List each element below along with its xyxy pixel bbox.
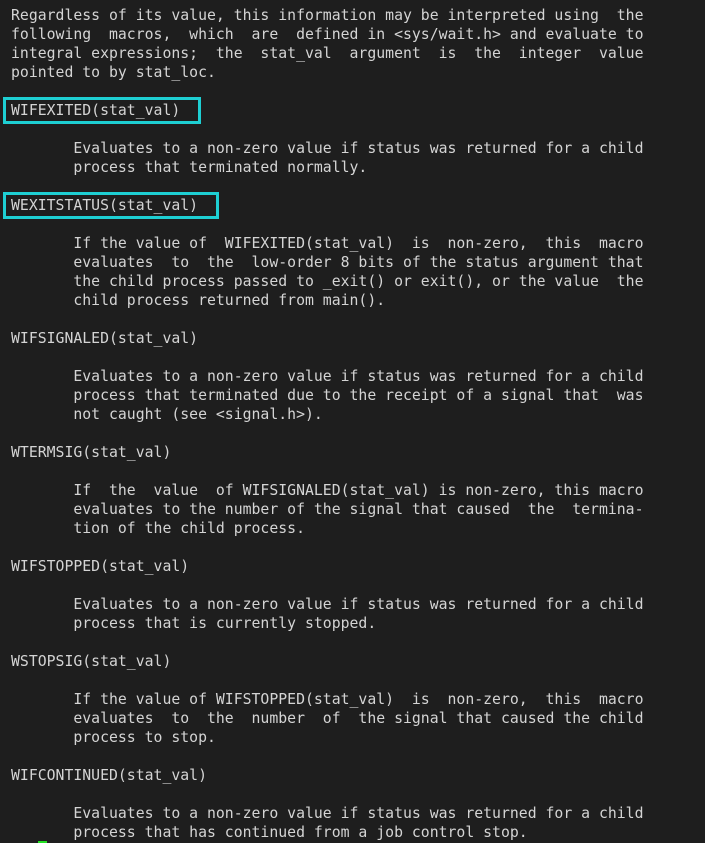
highlight-box: [3, 97, 202, 124]
highlighted-macro: WIFEXITED(stat_val): [3, 97, 202, 124]
text-line: Evaluates to a non-zero value if status …: [11, 140, 644, 157]
text-line: If the value of WIFSIGNALED(stat_val) is…: [11, 482, 644, 499]
macro-heading: WIFCONTINUED(stat_val): [11, 767, 207, 784]
macro-heading: WIFSIGNALED(stat_val): [11, 330, 199, 347]
macro-heading: WIFEXITED(stat_val): [3, 97, 705, 124]
text-line: process that has continued from a job co…: [11, 824, 528, 841]
highlight-box: [3, 192, 220, 219]
highlighted-macro: WEXITSTATUS(stat_val): [3, 192, 220, 219]
text-line: process that terminated due to the recei…: [11, 387, 644, 404]
macro-heading: WIFSTOPPED(stat_val): [11, 558, 190, 575]
text-line: following macros, which are defined in <…: [11, 26, 644, 43]
text-line: pointed to by stat_loc.: [11, 64, 216, 81]
text-line: evaluates to the number of the signal th…: [11, 710, 644, 727]
macro-heading: WSTOPSIG(stat_val): [11, 653, 172, 670]
text-line: Evaluates to a non-zero value if status …: [11, 805, 644, 822]
text-line: integral expressions; the stat_val argum…: [11, 45, 644, 62]
text-line: Evaluates to a non-zero value if status …: [11, 596, 644, 613]
text-line: If the value of WIFEXITED(stat_val) is n…: [11, 235, 644, 252]
text-line: not caught (see <signal.h>).: [11, 406, 323, 423]
text-line: Regardless of its value, this informatio…: [11, 7, 644, 24]
text-line: process that terminated normally.: [11, 159, 368, 176]
text-line: Evaluates to a non-zero value if status …: [11, 368, 644, 385]
macro-heading: WTERMSIG(stat_val): [11, 444, 172, 461]
text-line: process that is currently stopped.: [11, 615, 377, 632]
text-line: process to stop.: [11, 729, 216, 746]
text-line: child process returned from main().: [11, 292, 386, 309]
text-line: evaluates to the low-order 8 bits of the…: [11, 254, 644, 271]
text-line: the child process passed to _exit() or e…: [11, 273, 644, 290]
text-line: tion of the child process.: [11, 520, 305, 537]
macro-heading: WEXITSTATUS(stat_val): [3, 192, 705, 219]
text-line: If the value of WIFSTOPPED(stat_val) is …: [11, 691, 644, 708]
text-line: evaluates to the number of the signal th…: [11, 501, 644, 518]
terminal-man-page: Regardless of its value, this informatio…: [3, 6, 705, 842]
